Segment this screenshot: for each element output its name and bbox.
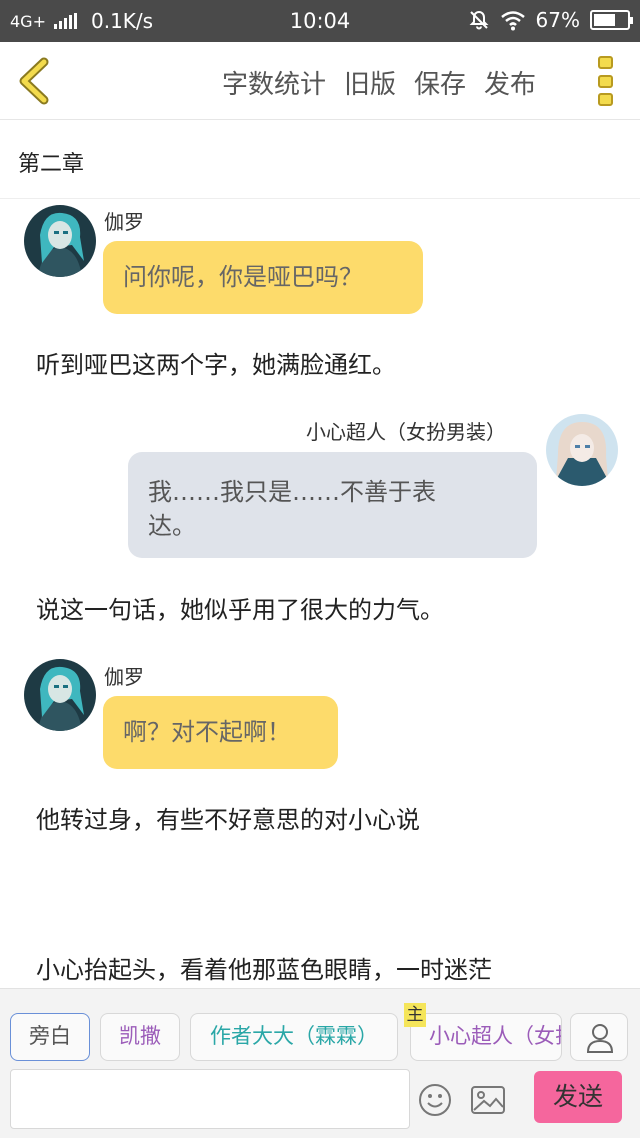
send-button[interactable]: 发送 [534,1071,622,1123]
status-bar: 4G+ 0.1K/s 10:04 67% [0,0,640,42]
wifi-icon [500,11,525,31]
narration-text[interactable]: 小心抬起头，看着他那蓝色眼睛，一时迷茫 [36,950,492,985]
message-line: 达。 [148,512,196,540]
battery-percent: 67% [535,8,580,32]
smiley-icon[interactable] [418,1083,452,1117]
sender-name: 小心超人（女扮男装） [306,420,506,444]
toolbar-actions: 字数统计 旧版 保存 发布 [222,64,536,101]
avatar-jialuo[interactable] [24,659,96,731]
message-bubble[interactable]: 啊？对不起啊！ [103,696,338,769]
avatar-xiaoxin[interactable] [546,414,618,486]
image-icon[interactable] [470,1085,506,1115]
divider [0,198,640,199]
role-chip-xiaoxin[interactable]: 小心超人（女扮男装） [410,1013,562,1061]
role-chip-narrator[interactable]: 旁白 [10,1013,90,1061]
alarm-off-icon [469,10,488,30]
sender-name: 伽罗 [104,210,144,234]
chapter-title[interactable]: 第二章 [18,146,84,178]
old-version-button[interactable]: 旧版 [344,64,396,101]
avatar-jialuo[interactable] [24,205,96,277]
role-chip-author[interactable]: 作者大大（霖霖） [190,1013,398,1061]
message-line: 我……我只是……不善于表 [148,478,436,506]
narration-text[interactable]: 他转过身，有些不好意思的对小心说 [36,800,420,835]
sender-name: 伽罗 [104,665,144,689]
message-bubble[interactable]: 问你呢，你是哑巴吗？ [103,241,423,314]
narration-text[interactable]: 说这一句话，她似乎用了很大的力气。 [36,590,444,625]
narration-text[interactable]: 听到哑巴这两个字，她满脸通红。 [36,345,396,380]
word-count-button[interactable]: 字数统计 [222,64,326,101]
battery-icon [590,10,633,30]
more-menu-icon[interactable] [598,56,616,106]
message-bubble[interactable]: 我……我只是……不善于表 达。 [128,452,537,558]
publish-button[interactable]: 发布 [484,64,536,101]
back-chevron-icon[interactable] [14,56,54,106]
main-role-badge: 主 [404,1003,426,1027]
person-icon [586,1024,614,1053]
message-input[interactable] [10,1069,410,1129]
composer-panel: 旁白 凯撒 作者大大（霖霖） 小心超人（女扮男装） 主 发送 [0,988,640,1138]
role-picker-button[interactable] [570,1013,628,1061]
editor-toolbar: 字数统计 旧版 保存 发布 [0,42,640,120]
save-button[interactable]: 保存 [414,64,466,101]
role-chip-kaisa[interactable]: 凯撒 [100,1013,180,1061]
